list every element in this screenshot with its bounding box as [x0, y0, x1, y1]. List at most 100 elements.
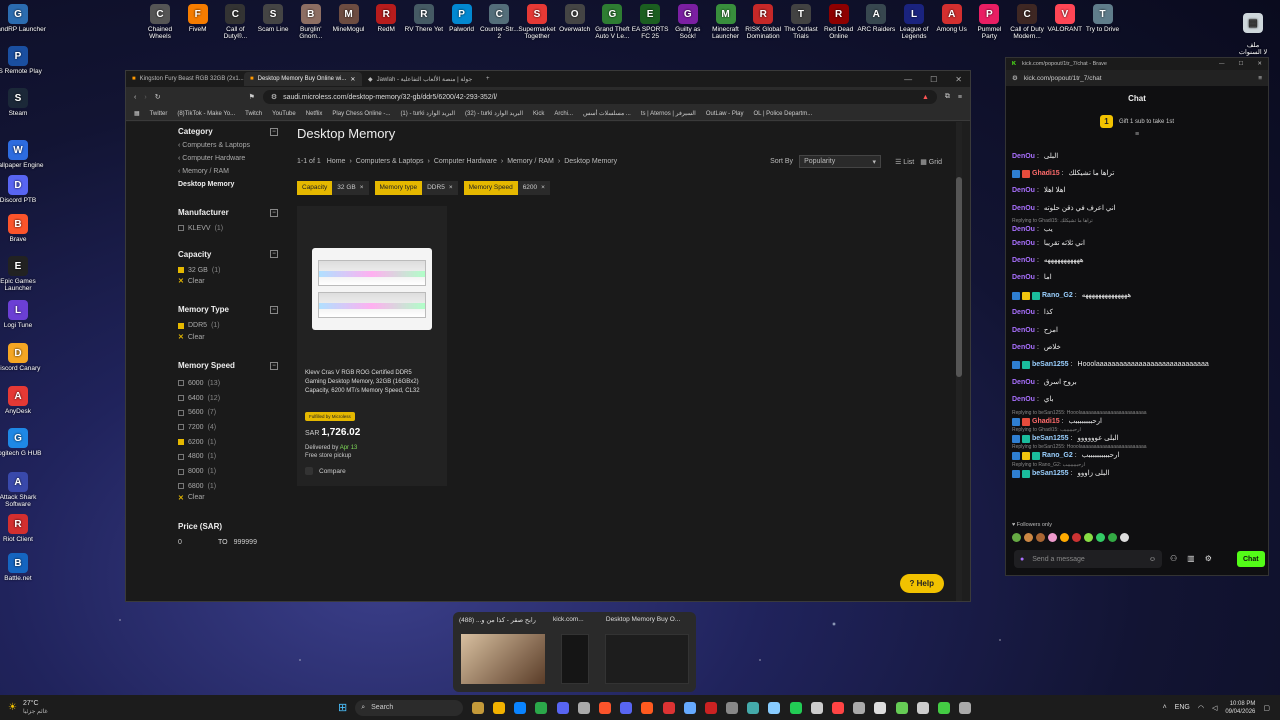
filter-checkbox[interactable]: 32 GB (1) [178, 263, 278, 278]
chat-username[interactable]: DenOu [1012, 327, 1035, 335]
taskbar-app-icon[interactable] [556, 701, 569, 714]
chat-message[interactable]: Replying to Rano_G2: ارحبببببببب beSan125… [1012, 461, 1258, 478]
taskbar-app-icon[interactable] [874, 701, 887, 714]
compare-checkbox[interactable]: Compare [305, 467, 346, 475]
taskbar-app-icon[interactable] [726, 701, 739, 714]
chat-url[interactable]: kick.com/popout/1tr_7/chat [1024, 75, 1102, 82]
bookmark-icon[interactable]: ⚑ [249, 93, 255, 101]
maximize-icon[interactable]: ☐ [930, 75, 937, 84]
weather-widget[interactable]: ☀ 27°C غائم جزئيا [0, 700, 140, 716]
breadcrumb-link[interactable]: Memory / RAM [507, 158, 554, 165]
desktop-icon-3[interactable]: WWallpaper Engine [0, 140, 46, 169]
taskbar-app-icon[interactable] [853, 701, 866, 714]
desktop-icon-top-20[interactable]: L League of Legends [894, 4, 934, 40]
chat-message[interactable]: DenOu: بروح اسرق [1012, 374, 1258, 391]
desktop-icon-top-12[interactable]: G Grand Theft Auto V Le... [592, 4, 632, 40]
grid-view-button[interactable]: ▦ Grid [920, 158, 942, 166]
filter-checkbox[interactable]: 5600 (7) [178, 405, 278, 420]
desktop-icon-top-19[interactable]: A ARC Raiders [856, 4, 896, 33]
desktop-icon-top-3[interactable]: S Scam Line [253, 4, 293, 33]
chat-message[interactable]: Replying to beSan1255: Hooolaaaaaaaaaaaa… [1012, 444, 1258, 461]
pin-icon[interactable]: ≡ [1006, 131, 1268, 138]
chat-username[interactable]: beSan1255 [1032, 470, 1069, 478]
chat-username[interactable]: Rano_G2 [1042, 452, 1073, 460]
desktop-icon-top-10[interactable]: S Supermarket Together [517, 4, 557, 40]
desktop-icon-top-13[interactable]: E EA SPORTS FC 25 [630, 4, 670, 40]
users-icon[interactable]: ⚇ [1170, 554, 1177, 563]
filter-checkbox[interactable]: 7200 (4) [178, 420, 278, 435]
bookmark-item[interactable]: مسلسلات أسس ... [583, 110, 631, 117]
chat-username[interactable]: Ghadi15 [1032, 418, 1060, 426]
desktop-icon-top-0[interactable]: C Chained Wheels [140, 4, 180, 40]
sort-select[interactable]: Popularity ▾ [799, 155, 882, 168]
remove-filter-icon[interactable]: × [449, 184, 453, 191]
desktop-icon-top-15[interactable]: M Minecraft Launcher [706, 4, 746, 40]
desktop-icon-7[interactable]: L Logi Tune [0, 300, 46, 329]
preview-thumbnail-microless[interactable] [605, 634, 689, 684]
taskbar-app-icon[interactable] [493, 701, 505, 714]
maximize-icon[interactable]: ☐ [1238, 61, 1243, 67]
filter-checkbox[interactable]: KLEVV (1) [178, 221, 278, 236]
tab-kingston[interactable]: ■ Kingston Fury Beast RGB 32GB (2x1... [126, 72, 244, 86]
desktop-icon-top-24[interactable]: V VALORANT [1045, 4, 1085, 33]
chat-username[interactable]: DenOu [1012, 257, 1035, 265]
desktop-icon-11[interactable]: A Attack Shark Software [0, 472, 46, 508]
bookmark-item[interactable]: (32) - turki البريد الوارد [465, 110, 523, 117]
preview-title-microless[interactable]: Desktop Memory Buy O... [606, 616, 690, 624]
desktop-icon-top-21[interactable]: A Among Us [932, 4, 972, 33]
filter-checkbox[interactable]: 6800 (1) [178, 479, 278, 494]
bookmark-item[interactable]: Twitch [245, 111, 262, 117]
desktop-icon-top-17[interactable]: T The Outlast Trials [781, 4, 821, 40]
emote-icon[interactable] [1096, 533, 1105, 542]
bookmark-item[interactable]: Netflix [306, 111, 323, 117]
desktop-icon-top-11[interactable]: O Overwatch [555, 4, 595, 33]
collapse-icon[interactable]: − [270, 127, 278, 136]
filter-checkbox[interactable]: 6000 (13) [178, 376, 278, 391]
menu-icon[interactable]: ≡ [1258, 75, 1262, 82]
gift-sub-banner[interactable]: 1 Gift 1 sub to take 1st [1006, 115, 1268, 128]
taskbar-app-icon[interactable] [535, 701, 548, 714]
volume-icon[interactable]: ◁ [1212, 704, 1217, 712]
emote-icon[interactable] [1084, 533, 1093, 542]
wifi-icon[interactable]: ◠ [1198, 704, 1204, 712]
chat-username[interactable]: beSan1255 [1032, 435, 1069, 443]
emote-icon[interactable] [1072, 533, 1081, 542]
desktop-icon-top-9[interactable]: C Counter-Str... 2 [479, 4, 519, 40]
breadcrumb-link[interactable]: Home [327, 158, 346, 165]
bookmark-item[interactable]: Twitter [150, 111, 168, 117]
chat-username[interactable]: DenOu [1012, 187, 1035, 195]
desktop-icon-top-16[interactable]: R RISK Global Domination [743, 4, 783, 40]
clear-capacity-link[interactable]: ✕ Clear [178, 277, 278, 286]
search-box[interactable]: ⌕ Search [355, 699, 464, 716]
chat-message[interactable]: beSan1255: Hooolaaaaaaaaaaaaaaaaaaaaaaaaa… [1012, 357, 1258, 374]
desktop-icon-top-7[interactable]: R RV There Yet [404, 4, 444, 33]
chat-message[interactable]: Ghadi15: تراها ما تشيكلك [1012, 165, 1258, 182]
chat-message[interactable]: DenOu: خلاص [1012, 339, 1258, 356]
desktop-icon-0[interactable]: GGrandRP Launcher [0, 4, 46, 33]
emote-icon[interactable] [1012, 533, 1021, 542]
desktop-icon-12[interactable]: R Riot Client [0, 514, 46, 543]
minimize-icon[interactable]: — [904, 75, 912, 84]
taskbar-app-icon[interactable] [916, 701, 929, 714]
emote-icon[interactable] [1060, 533, 1069, 542]
brave-shield-icon[interactable]: ▲ [922, 94, 929, 101]
emote-icon[interactable] [1036, 533, 1045, 542]
filter-checkbox[interactable]: 6200 (1) [178, 435, 278, 450]
tab-desktop-memory[interactable]: ■ Desktop Memory Buy Online wi... ✕ [244, 72, 362, 86]
taskbar-app-icon[interactable] [937, 701, 950, 714]
extensions-icon[interactable]: ⧉ [945, 93, 950, 101]
taskbar-app-icon[interactable] [895, 701, 908, 714]
emote-icon[interactable] [1108, 533, 1117, 542]
category-link[interactable]: ‹ Computers & Laptops [178, 142, 278, 149]
chat-message[interactable]: DenOu: اني ثلاثه تقريبا [1012, 235, 1258, 252]
settings-icon[interactable]: ⚙ [1205, 554, 1212, 563]
chat-username[interactable]: DenOu [1012, 344, 1035, 352]
taskbar-app-icon[interactable] [598, 701, 611, 714]
apps-icon[interactable]: ▦ [134, 110, 140, 117]
bookmark-item[interactable]: OL | Police Departm... [754, 111, 813, 117]
bookmark-item[interactable]: YouTube [272, 111, 296, 117]
price-max-input[interactable]: 999999 [234, 539, 257, 546]
desktop-icon-top-18[interactable]: R Red Dead Online [819, 4, 859, 40]
bookmark-item[interactable]: Kick [533, 111, 544, 117]
tab-jawlah[interactable]: ◆ Jawlah - جولة | منصة الألعاب التفاعلية [362, 72, 480, 86]
